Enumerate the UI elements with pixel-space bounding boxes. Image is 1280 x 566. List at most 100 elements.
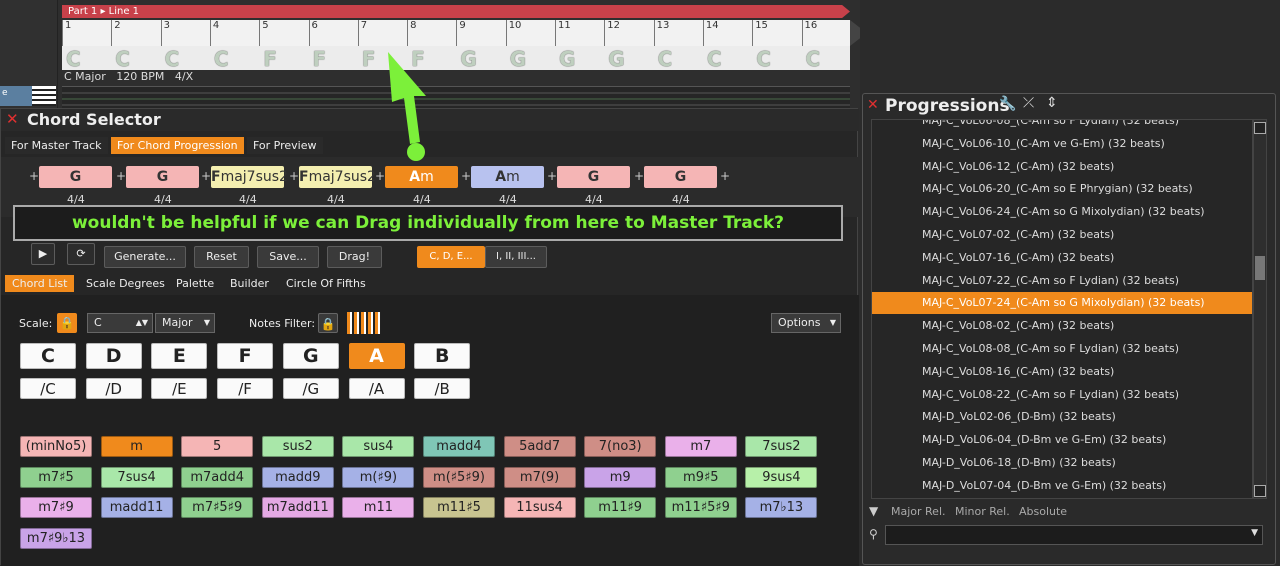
master-chord[interactable]: C [752, 47, 801, 71]
plus-icon[interactable]: + [375, 169, 385, 183]
root-note-d[interactable]: D [85, 343, 142, 369]
progression-item[interactable]: MAJ-C_VoL06-24_(C-Am so G Mixolydian) (3… [872, 201, 1252, 223]
slash-bass-g[interactable]: /G [282, 378, 339, 399]
chord-quality[interactable]: madd9 [261, 466, 334, 488]
root-note-g[interactable]: G [282, 343, 339, 369]
track-label[interactable]: e [0, 86, 32, 106]
chord-quality[interactable]: 7sus4 [100, 466, 173, 488]
chord-quality[interactable]: m11♯5♯9 [664, 497, 737, 518]
progression-item[interactable]: MAJ-D_VoL06-04_(D-Bm ve G-Em) (32 beats) [872, 429, 1252, 451]
collapse-icon[interactable]: ⤫ [1023, 95, 1034, 111]
master-chord[interactable]: C [210, 47, 259, 71]
tab-palette[interactable]: Palette [169, 275, 221, 292]
chord-quality[interactable]: m7♯9 [20, 497, 92, 518]
root-note-a[interactable]: A [348, 343, 405, 369]
chord-quality[interactable]: 9sus4 [745, 466, 818, 488]
close-icon[interactable]: ✕ [6, 110, 19, 128]
tab-builder[interactable]: Builder [223, 275, 276, 292]
generate-button[interactable]: Generate... [104, 246, 186, 268]
scroll-down-arrow[interactable] [1254, 485, 1266, 497]
plus-icon[interactable]: + [720, 169, 730, 183]
progression-chord[interactable]: Fmaj7sus2 [211, 166, 288, 188]
master-chord[interactable]: F [309, 47, 358, 71]
chord-quality[interactable]: madd11 [100, 497, 173, 518]
master-chord[interactable]: G [456, 47, 505, 71]
slash-bass-a[interactable]: /A [348, 378, 405, 399]
part-bar[interactable]: Part 1 ▸ Line 1 [62, 5, 850, 18]
options-select[interactable]: Options ▼ [771, 313, 841, 333]
root-note-e[interactable]: E [151, 343, 208, 369]
chord-quality[interactable]: m11 [342, 497, 415, 518]
chord-quality[interactable]: (minNo5) [20, 436, 92, 457]
progression-chord[interactable]: G [644, 166, 717, 188]
filter-major-rel-[interactable]: Major Rel. [891, 505, 946, 518]
master-chord[interactable]: C [802, 47, 851, 71]
root-note-f[interactable]: F [217, 343, 274, 369]
drag-button[interactable]: Drag! [327, 246, 382, 268]
progression-item[interactable]: MAJ-D_VoL06-18_(D-Bm) (32 beats) [872, 452, 1252, 474]
master-chord[interactable]: C [161, 47, 210, 71]
progression-item[interactable]: MAJ-C_VoL07-02_(C-Am) (32 beats) [872, 224, 1252, 246]
tab-for-master-track[interactable]: For Master Track [5, 137, 108, 154]
progression-item[interactable]: MAJ-C_VoL06-08_(C-Am so F Lydian) (32 be… [872, 120, 1252, 132]
progression-list[interactable]: MAJ-C_VoL06-08_(C-Am so F Lydian) (32 be… [871, 119, 1253, 499]
master-chord[interactable]: C [703, 47, 752, 71]
progression-chord[interactable]: Am [385, 166, 458, 188]
plus-icon[interactable]: + [289, 169, 299, 183]
scale-root-select[interactable]: C ▲▼ [87, 313, 153, 333]
filter-minor-rel-[interactable]: Minor Rel. [955, 505, 1010, 518]
slash-bass-c[interactable]: /C [20, 378, 76, 399]
progression-scrollbar[interactable] [1253, 119, 1267, 499]
progression-item[interactable]: MAJ-C_VoL07-22_(C-Am so F Lydian) (32 be… [872, 270, 1252, 292]
wrench-icon[interactable]: 🔧 [999, 96, 1016, 112]
plus-icon[interactable]: + [201, 169, 211, 183]
filter-icon[interactable]: ▼ [869, 504, 878, 518]
progression-item[interactable]: MAJ-C_VoL06-12_(C-Am) (32 beats) [872, 156, 1252, 178]
progression-item[interactable]: MAJ-D_VoL07-04_(D-Bm ve G-Em) (32 beats) [872, 475, 1252, 497]
master-chord[interactable]: G [555, 47, 604, 71]
bar-ruler[interactable]: 1 2 3 4 5 6 7 8 9 10 11 12 13 14 15 16 [62, 20, 850, 48]
chord-quality[interactable]: m7 [664, 436, 737, 457]
play-button[interactable]: ▶ [31, 243, 55, 265]
chord-quality[interactable]: sus2 [261, 436, 334, 457]
chord-quality[interactable]: m(♯5♯9) [423, 466, 495, 488]
expand-icon[interactable]: ⇕ [1046, 95, 1058, 111]
tab-scale-degrees[interactable]: Scale Degrees [79, 275, 172, 292]
close-icon[interactable]: ✕ [867, 97, 879, 113]
progression-item[interactable]: MAJ-D_VoL02-06_(D-Bm) (32 beats) [872, 406, 1252, 428]
chord-quality[interactable]: m11♯5 [423, 497, 495, 518]
chord-quality[interactable]: 7(no3) [584, 436, 657, 457]
master-chord[interactable]: G [506, 47, 555, 71]
chord-quality[interactable]: m11♯9 [584, 497, 657, 518]
progression-item[interactable]: MAJ-C_VoL06-20_(C-Am so E Phrygian) (32 … [872, 178, 1252, 200]
tab-for-chord-progression[interactable]: For Chord Progression [111, 137, 244, 154]
plus-icon[interactable]: + [116, 169, 126, 183]
progression-chord[interactable]: Am [471, 166, 544, 188]
loop-button[interactable]: ⟳ [67, 243, 95, 265]
piano-keyboard-icon[interactable] [347, 312, 381, 334]
tab-chord-list[interactable]: Chord List [5, 275, 75, 292]
chord-quality[interactable]: m9♯5 [664, 466, 737, 488]
progression-chord[interactable]: G [126, 166, 199, 188]
chord-quality[interactable]: 7sus2 [745, 436, 818, 457]
chord-quality[interactable]: m7♭13 [745, 497, 818, 518]
scale-lock-icon[interactable]: 🔒 [57, 313, 77, 333]
chord-quality[interactable]: 5add7 [503, 436, 576, 457]
slash-bass-e[interactable]: /E [151, 378, 208, 399]
progression-chord[interactable]: Fmaj7sus2 [299, 166, 376, 188]
save-button[interactable]: Save... [257, 246, 319, 268]
chord-quality[interactable]: 5 [181, 436, 254, 457]
scale-mode-select[interactable]: Major ▼ [155, 313, 215, 333]
master-chord[interactable]: F [259, 47, 308, 71]
chord-quality[interactable]: m7♯9♭13 [20, 527, 92, 549]
chord-quality[interactable]: m [100, 436, 173, 457]
master-chord[interactable]: C [62, 47, 111, 71]
progression-item[interactable]: MAJ-C_VoL08-16_(C-Am) (32 beats) [872, 361, 1252, 383]
scrollbar-thumb[interactable] [1255, 256, 1265, 280]
chord-quality[interactable]: m9 [584, 466, 657, 488]
chord-quality[interactable]: sus4 [342, 436, 415, 457]
chord-quality[interactable]: m7♯5♯9 [181, 497, 254, 518]
reset-button[interactable]: Reset [194, 246, 249, 268]
progression-item[interactable]: MAJ-C_VoL06-10_(C-Am ve G-Em) (32 beats) [872, 133, 1252, 155]
chord-quality[interactable]: madd4 [423, 436, 495, 457]
